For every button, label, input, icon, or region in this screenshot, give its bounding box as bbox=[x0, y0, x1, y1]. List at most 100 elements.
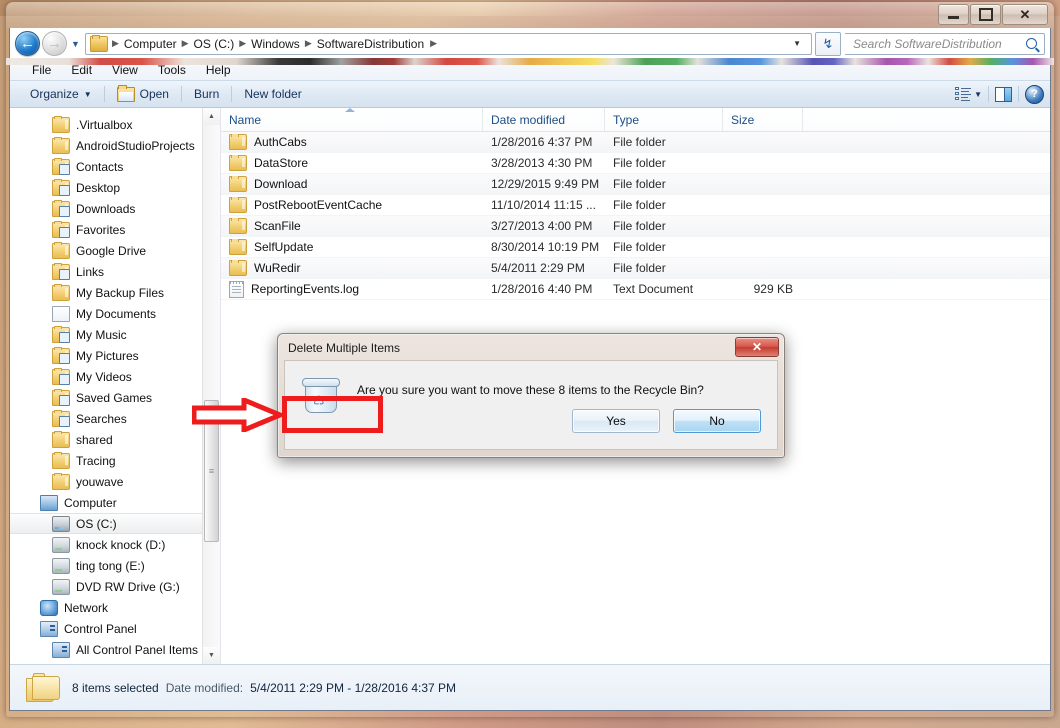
history-dropdown-icon[interactable]: ▼ bbox=[68, 39, 83, 49]
sidebar-item-os-c[interactable]: OS (C:) bbox=[10, 513, 220, 534]
sidebar-item-androidstudioprojects[interactable]: AndroidStudioProjects bbox=[10, 135, 220, 156]
sidebar-item-my-documents[interactable]: My Documents bbox=[10, 303, 220, 324]
preview-pane-icon[interactable] bbox=[995, 86, 1012, 102]
table-row[interactable]: SelfUpdate 8/30/2014 10:19 PM File folder bbox=[221, 237, 1050, 258]
scrollbar-thumb[interactable] bbox=[204, 400, 219, 542]
sidebar-item-label: Contacts bbox=[76, 159, 124, 174]
delete-confirmation-dialog: Delete Multiple Items ✕ ♺ Are you sure y… bbox=[277, 333, 785, 458]
table-row[interactable]: Download 12/29/2015 9:49 PM File folder bbox=[221, 174, 1050, 195]
yes-button[interactable]: Yes bbox=[572, 409, 660, 433]
removable-disk-icon bbox=[52, 536, 70, 553]
file-name-label: Download bbox=[254, 177, 308, 191]
organize-button[interactable]: Organize ▼ bbox=[22, 84, 100, 104]
table-row[interactable]: DataStore 3/28/2013 4:30 PM File folder bbox=[221, 153, 1050, 174]
no-button[interactable]: No bbox=[673, 409, 761, 433]
sidebar-item-control-panel[interactable]: Control Panel bbox=[10, 618, 220, 639]
sidebar-item-computer[interactable]: Computer bbox=[10, 492, 220, 513]
minimize-button[interactable] bbox=[938, 4, 969, 25]
sidebar-item-downloads[interactable]: Downloads bbox=[10, 198, 220, 219]
sidebar-item-saved-games[interactable]: Saved Games bbox=[10, 387, 220, 408]
sidebar-item-google-drive[interactable]: Google Drive bbox=[10, 240, 220, 261]
maximize-restore-button[interactable] bbox=[970, 4, 1001, 25]
scroll-up-icon[interactable]: ▲ bbox=[203, 108, 220, 125]
sidebar-item-label: Links bbox=[76, 264, 105, 279]
open-button[interactable]: Open bbox=[109, 84, 177, 105]
sidebar-item-label: All Control Panel Items bbox=[76, 642, 199, 657]
status-selection-count: 8 items selected bbox=[72, 680, 159, 695]
sidebar-item-label: Control Panel bbox=[64, 621, 137, 636]
sidebar-item-ting-tong-e[interactable]: ting tong (E:) bbox=[10, 555, 220, 576]
pictures-folder-icon bbox=[52, 346, 70, 364]
table-row[interactable]: ScanFile 3/27/2013 4:00 PM File folder bbox=[221, 216, 1050, 237]
breadcrumb-item-os-c[interactable]: OS (C:) bbox=[191, 37, 238, 51]
breadcrumb-expand-icon[interactable]: ▶ bbox=[427, 38, 440, 49]
close-icon: ✕ bbox=[1019, 7, 1031, 22]
sidebar-item-favorites[interactable]: Favorites bbox=[10, 219, 220, 240]
column-header-date-modified[interactable]: Date modified bbox=[483, 108, 605, 131]
sidebar-item-my-backup-files[interactable]: My Backup Files bbox=[10, 282, 220, 303]
breadcrumb-item-softwaredistribution[interactable]: SoftwareDistribution bbox=[314, 37, 427, 51]
sidebar-item-youwave[interactable]: youwave bbox=[10, 471, 220, 492]
wallpaper-color-strip bbox=[6, 58, 1054, 65]
navigation-scrollbar[interactable]: ▲ ▼ bbox=[202, 108, 220, 664]
sidebar-item-network[interactable]: Network bbox=[10, 597, 220, 618]
window-titlebar[interactable]: ✕ bbox=[6, 2, 1054, 30]
sidebar-item-label: My Music bbox=[76, 327, 127, 342]
file-date-cell: 5/4/2011 2:29 PM bbox=[491, 261, 585, 275]
breadcrumb-item-computer[interactable]: Computer bbox=[121, 37, 180, 51]
sidebar-item-my-pictures[interactable]: My Pictures bbox=[10, 345, 220, 366]
sidebar-item-desktop[interactable]: Desktop bbox=[10, 177, 220, 198]
sidebar-item-label: Desktop bbox=[76, 180, 121, 195]
sidebar-item-label: Network bbox=[64, 600, 109, 615]
sidebar-item-virtualbox[interactable]: .Virtualbox bbox=[10, 114, 220, 135]
help-icon[interactable]: ? bbox=[1025, 84, 1044, 104]
forward-button[interactable]: → bbox=[42, 31, 67, 56]
file-name-cell: PostRebootEventCache bbox=[221, 197, 483, 213]
column-header-type[interactable]: Type bbox=[605, 108, 723, 131]
burn-button[interactable]: Burn bbox=[186, 84, 227, 104]
file-date-cell: 3/28/2013 4:30 PM bbox=[491, 156, 593, 170]
new-folder-button[interactable]: New folder bbox=[236, 84, 309, 104]
search-placeholder: Search SoftwareDistribution bbox=[853, 36, 1002, 51]
table-row[interactable]: PostRebootEventCache 11/10/2014 11:15 ...… bbox=[221, 195, 1050, 216]
table-row[interactable]: ReportingEvents.log 1/28/2016 4:40 PM Text… bbox=[221, 279, 1050, 300]
folder-icon bbox=[52, 430, 70, 448]
sidebar-item-my-music[interactable]: My Music bbox=[10, 324, 220, 345]
file-type-cell: File folder bbox=[613, 240, 666, 254]
search-input[interactable]: Search SoftwareDistribution bbox=[845, 32, 1045, 55]
control-panel-icon bbox=[40, 620, 58, 637]
address-dropdown-icon[interactable]: ▼ bbox=[789, 39, 809, 48]
file-name-cell: AuthCabs bbox=[221, 134, 483, 150]
close-button[interactable]: ✕ bbox=[1002, 4, 1048, 25]
sidebar-item-shared[interactable]: shared bbox=[10, 429, 220, 450]
folder-icon bbox=[52, 451, 70, 469]
sidebar-item-all-control-panel-items[interactable]: All Control Panel Items bbox=[10, 639, 220, 660]
breadcrumb-item-windows[interactable]: Windows bbox=[248, 37, 303, 51]
sidebar-item-label: Searches bbox=[76, 411, 127, 426]
breadcrumb[interactable]: ▶ Computer ▶ OS (C:) ▶ Windows ▶ Softwar… bbox=[85, 32, 812, 55]
scroll-down-icon[interactable]: ▼ bbox=[203, 647, 220, 664]
sidebar-item-knock-knock-d[interactable]: knock knock (D:) bbox=[10, 534, 220, 555]
table-row[interactable]: AuthCabs 1/28/2016 4:37 PM File folder bbox=[221, 132, 1050, 153]
folder-icon bbox=[52, 115, 70, 133]
sidebar-item-tracing[interactable]: Tracing bbox=[10, 450, 220, 471]
sidebar-item-links[interactable]: Links bbox=[10, 261, 220, 282]
table-row[interactable]: WuRedir 5/4/2011 2:29 PM File folder bbox=[221, 258, 1050, 279]
sidebar-item-label: Downloads bbox=[76, 201, 136, 216]
selected-items-icon bbox=[26, 672, 60, 703]
sidebar-item-searches[interactable]: Searches bbox=[10, 408, 220, 429]
dialog-close-button[interactable]: ✕ bbox=[735, 337, 779, 357]
sidebar-item-dvd-rw-drive-g[interactable]: DVD RW Drive (G:) bbox=[10, 576, 220, 597]
refresh-button[interactable]: ↯ bbox=[815, 31, 841, 56]
sidebar-item-my-videos[interactable]: My Videos bbox=[10, 366, 220, 387]
file-name-cell: ReportingEvents.log bbox=[221, 280, 483, 298]
sidebar-item-contacts[interactable]: Contacts bbox=[10, 156, 220, 177]
search-icon[interactable] bbox=[1026, 38, 1037, 49]
open-folder-icon bbox=[116, 84, 135, 102]
change-view-icon[interactable] bbox=[955, 86, 972, 102]
view-dropdown-icon[interactable]: ▼ bbox=[974, 90, 982, 99]
back-button[interactable]: ← bbox=[15, 31, 40, 56]
dialog-body: ♺ Are you sure you want to move these 8 … bbox=[284, 360, 778, 450]
sidebar-item-label: knock knock (D:) bbox=[76, 537, 166, 552]
column-header-size[interactable]: Size bbox=[723, 108, 803, 131]
